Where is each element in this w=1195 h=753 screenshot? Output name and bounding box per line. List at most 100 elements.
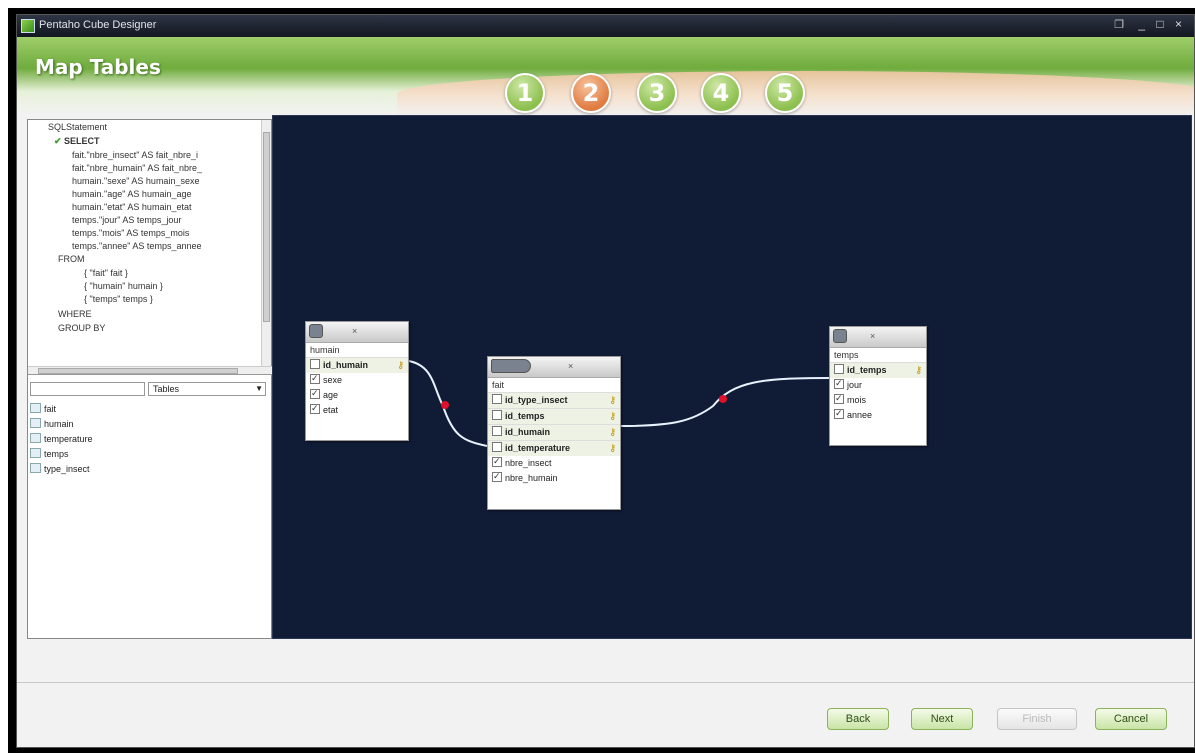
tree-root[interactable]: SQLStatement bbox=[48, 122, 107, 132]
step-3-icon[interactable]: 3 bbox=[637, 73, 677, 113]
restore-icon[interactable]: ❐ bbox=[1114, 18, 1124, 31]
mapping-canvas[interactable]: × humain id_humain⚷ sexe age etat × fait… bbox=[272, 115, 1192, 639]
list-item[interactable]: fait bbox=[30, 402, 268, 417]
key-icon: ⚷ bbox=[609, 427, 616, 437]
table-icon bbox=[309, 324, 323, 338]
column-checkbox[interactable] bbox=[834, 391, 844, 406]
step-1-icon[interactable]: 1 bbox=[505, 73, 545, 113]
column-checkbox[interactable] bbox=[310, 371, 320, 386]
column-checkbox[interactable] bbox=[492, 442, 502, 452]
tree-node[interactable]: humain."sexe" AS humain_sexe bbox=[72, 176, 199, 186]
close-icon[interactable]: × bbox=[568, 361, 573, 371]
filter-input[interactable] bbox=[30, 382, 145, 396]
finish-button[interactable]: Finish bbox=[997, 708, 1077, 730]
page-title: Map Tables bbox=[35, 55, 161, 79]
column-row[interactable]: etat bbox=[306, 401, 408, 418]
scroll-thumb[interactable] bbox=[38, 368, 238, 374]
tables-list: fait humain temperature temps type_insec… bbox=[30, 402, 268, 602]
key-icon: ⚷ bbox=[609, 411, 616, 421]
column-checkbox[interactable] bbox=[492, 394, 502, 404]
table-box-header[interactable]: × bbox=[488, 357, 620, 378]
key-icon: ⚷ bbox=[397, 360, 404, 370]
column-row[interactable]: annee bbox=[830, 406, 926, 423]
tree-node[interactable]: GROUP BY bbox=[58, 323, 105, 333]
chevron-down-icon: ▼ bbox=[255, 384, 263, 393]
column-checkbox[interactable] bbox=[492, 454, 502, 469]
column-row[interactable]: id_type_insect ⚷ bbox=[488, 392, 620, 408]
table-icon bbox=[30, 403, 41, 413]
tree-node[interactable]: WHERE bbox=[58, 309, 92, 319]
table-icon bbox=[30, 448, 41, 458]
list-item[interactable]: type_insect bbox=[30, 462, 268, 477]
cancel-button[interactable]: Cancel bbox=[1095, 708, 1167, 730]
table-icon bbox=[30, 463, 41, 473]
list-item[interactable]: temperature bbox=[30, 432, 268, 447]
step-2-icon[interactable]: 2 bbox=[571, 73, 611, 113]
tree-horizontal-scrollbar[interactable] bbox=[28, 366, 273, 375]
table-box-humain[interactable]: × humain id_humain⚷ sexe age etat bbox=[305, 321, 409, 441]
column-row[interactable]: id_humain ⚷ bbox=[306, 357, 408, 373]
column-checkbox[interactable] bbox=[310, 401, 320, 416]
column-row[interactable]: id_temps ⚷ bbox=[488, 408, 620, 424]
column-checkbox[interactable] bbox=[834, 376, 844, 391]
join-dot[interactable] bbox=[719, 395, 727, 403]
tree-node[interactable]: { "temps" temps } bbox=[84, 294, 153, 304]
table-box-temps[interactable]: × temps id_temps⚷ jour mois annee bbox=[829, 326, 927, 446]
table-icon bbox=[491, 359, 531, 373]
tree-node[interactable]: fait."nbre_insect" AS fait_nbre_i bbox=[72, 150, 198, 160]
close-icon[interactable]: × bbox=[352, 326, 357, 336]
column-checkbox[interactable] bbox=[310, 359, 320, 369]
tree-node[interactable]: temps."annee" AS temps_annee bbox=[72, 241, 201, 251]
tree-node[interactable]: ✔ SELECT bbox=[54, 136, 100, 147]
scroll-thumb[interactable] bbox=[263, 132, 270, 322]
list-item[interactable]: humain bbox=[30, 417, 268, 432]
column-checkbox[interactable] bbox=[492, 469, 502, 484]
key-icon: ⚷ bbox=[609, 395, 616, 405]
column-checkbox[interactable] bbox=[834, 364, 844, 374]
list-item[interactable]: temps bbox=[30, 447, 268, 462]
tree-node[interactable]: { "fait" fait } bbox=[84, 268, 128, 278]
close-icon[interactable]: × bbox=[870, 331, 875, 341]
table-icon bbox=[30, 433, 41, 443]
tree-node[interactable]: FROM bbox=[58, 254, 85, 264]
tree-node[interactable]: humain."etat" AS humain_etat bbox=[72, 202, 191, 212]
next-button[interactable]: Next bbox=[911, 708, 973, 730]
tree-vertical-scrollbar[interactable] bbox=[261, 120, 271, 366]
column-row[interactable]: id_temps ⚷ bbox=[830, 362, 926, 378]
column-row[interactable]: mois bbox=[830, 391, 926, 408]
column-row[interactable]: age bbox=[306, 386, 408, 403]
column-row[interactable]: nbre_insect bbox=[488, 454, 620, 471]
check-circle-icon: ✔ bbox=[54, 136, 65, 146]
column-row[interactable]: nbre_humain bbox=[488, 469, 620, 486]
column-checkbox[interactable] bbox=[492, 426, 502, 436]
step-4-icon[interactable]: 4 bbox=[701, 73, 741, 113]
join-dot[interactable] bbox=[441, 401, 449, 409]
designer-window: Pentaho Cube Designer ❐ _ □ × Map Tables… bbox=[16, 14, 1195, 748]
window-title: Pentaho Cube Designer bbox=[39, 19, 157, 31]
column-checkbox[interactable] bbox=[310, 386, 320, 401]
left-pane: SQLStatement ✔ SELECT fait."nbre_insect"… bbox=[27, 119, 273, 639]
tree-node[interactable]: temps."mois" AS temps_mois bbox=[72, 228, 189, 238]
column-checkbox[interactable] bbox=[492, 410, 502, 420]
column-row[interactable]: sexe bbox=[306, 371, 408, 388]
column-row[interactable]: jour bbox=[830, 376, 926, 393]
key-icon: ⚷ bbox=[609, 443, 616, 453]
column-row[interactable]: id_humain ⚷ bbox=[488, 424, 620, 440]
window-controls[interactable]: _ □ × bbox=[1138, 17, 1186, 31]
tree-node[interactable]: { "humain" humain } bbox=[84, 281, 163, 291]
wizard-header: Map Tables 1 2 3 4 5 bbox=[17, 37, 1194, 115]
app-icon bbox=[21, 19, 35, 33]
table-box-header[interactable]: × bbox=[306, 322, 408, 343]
column-checkbox[interactable] bbox=[834, 406, 844, 421]
sql-tree[interactable]: SQLStatement ✔ SELECT fait."nbre_insect"… bbox=[28, 120, 263, 366]
step-5-icon[interactable]: 5 bbox=[765, 73, 805, 113]
table-name: temps bbox=[834, 350, 859, 360]
object-type-select[interactable]: Tables ▼ bbox=[148, 382, 266, 396]
back-button[interactable]: Back bbox=[827, 708, 889, 730]
tree-node[interactable]: temps."jour" AS temps_jour bbox=[72, 215, 181, 225]
tree-node[interactable]: fait."nbre_humain" AS fait_nbre_ bbox=[72, 163, 202, 173]
tree-node[interactable]: humain."age" AS humain_age bbox=[72, 189, 191, 199]
table-box-header[interactable]: × bbox=[830, 327, 926, 348]
table-box-fait[interactable]: × fait id_type_insect ⚷ id_temps ⚷ id_huma… bbox=[487, 356, 621, 510]
column-row[interactable]: id_temperature ⚷ bbox=[488, 440, 620, 456]
